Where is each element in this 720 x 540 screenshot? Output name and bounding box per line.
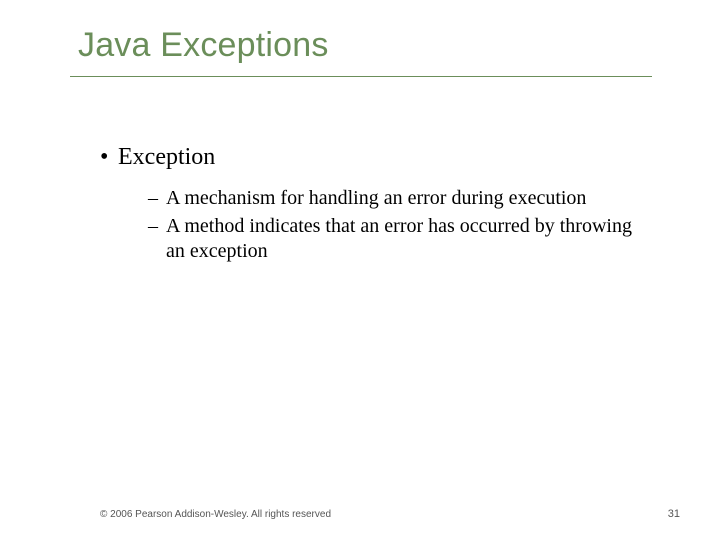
bullet-text: Exception (118, 144, 215, 170)
slide: Java Exceptions •Exception – A mechanism… (0, 0, 720, 540)
dash-marker: – (148, 186, 166, 211)
footer-copyright: © 2006 Pearson Addison-Wesley. All right… (100, 509, 331, 520)
sub-bullet-text: A mechanism for handling an error during… (166, 186, 648, 211)
slide-title: Java Exceptions (78, 26, 329, 65)
sub-bullet-block: – A mechanism for handling an error duri… (148, 186, 648, 267)
sub-bullet-item: – A mechanism for handling an error duri… (148, 186, 648, 211)
title-underline (70, 76, 652, 77)
sub-bullet-text: A method indicates that an error has occ… (166, 214, 648, 264)
sub-bullet-item: – A method indicates that an error has o… (148, 214, 648, 264)
dash-marker: – (148, 214, 166, 264)
bullet-marker: • (100, 144, 118, 171)
footer-page-number: 31 (668, 508, 680, 520)
bullet-item: •Exception (100, 144, 215, 171)
